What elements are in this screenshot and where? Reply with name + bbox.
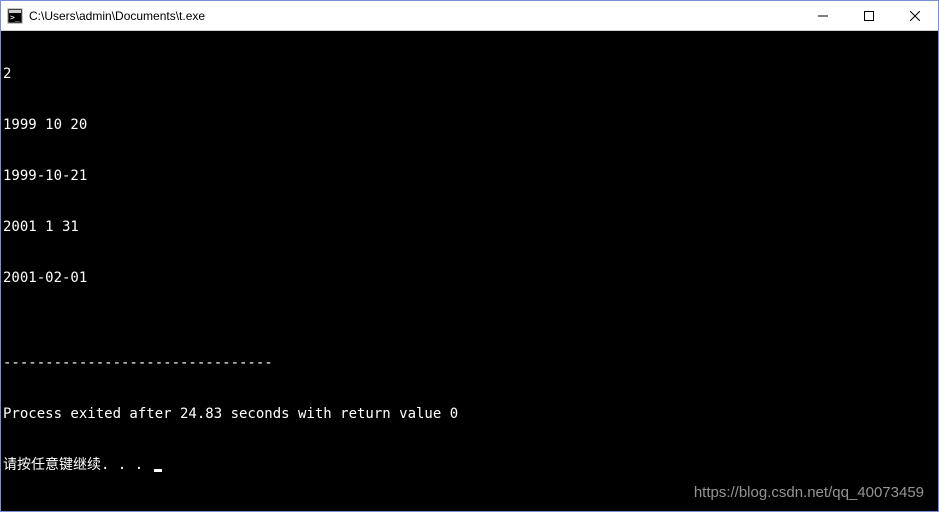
- titlebar[interactable]: >_ C:\Users\admin\Documents\t.exe: [1, 1, 938, 31]
- terminal-output[interactable]: 2 1999 10 20 1999-10-21 2001 1 31 2001-0…: [1, 31, 938, 511]
- output-line: 1999 10 20: [3, 117, 936, 134]
- prompt-line: 请按任意键继续. . .: [3, 457, 936, 474]
- output-line: 1999-10-21: [3, 168, 936, 185]
- output-line: 2: [3, 66, 936, 83]
- maximize-button[interactable]: [846, 1, 892, 30]
- console-window: >_ C:\Users\admin\Documents\t.exe 2 1999…: [0, 0, 939, 512]
- output-line: --------------------------------: [3, 355, 936, 372]
- output-line: 2001-02-01: [3, 270, 936, 287]
- output-line: Process exited after 24.83 seconds with …: [3, 406, 936, 423]
- prompt-text: 请按任意键继续. . .: [3, 457, 152, 473]
- window-controls: [800, 1, 938, 30]
- output-line: 2001 1 31: [3, 219, 936, 236]
- svg-text:>_: >_: [10, 13, 20, 22]
- close-button[interactable]: [892, 1, 938, 30]
- app-icon: >_: [7, 8, 23, 24]
- window-title: C:\Users\admin\Documents\t.exe: [29, 9, 800, 23]
- watermark-text: https://blog.csdn.net/qq_40073459: [694, 484, 924, 501]
- minimize-button[interactable]: [800, 1, 846, 30]
- cursor-icon: [154, 469, 162, 472]
